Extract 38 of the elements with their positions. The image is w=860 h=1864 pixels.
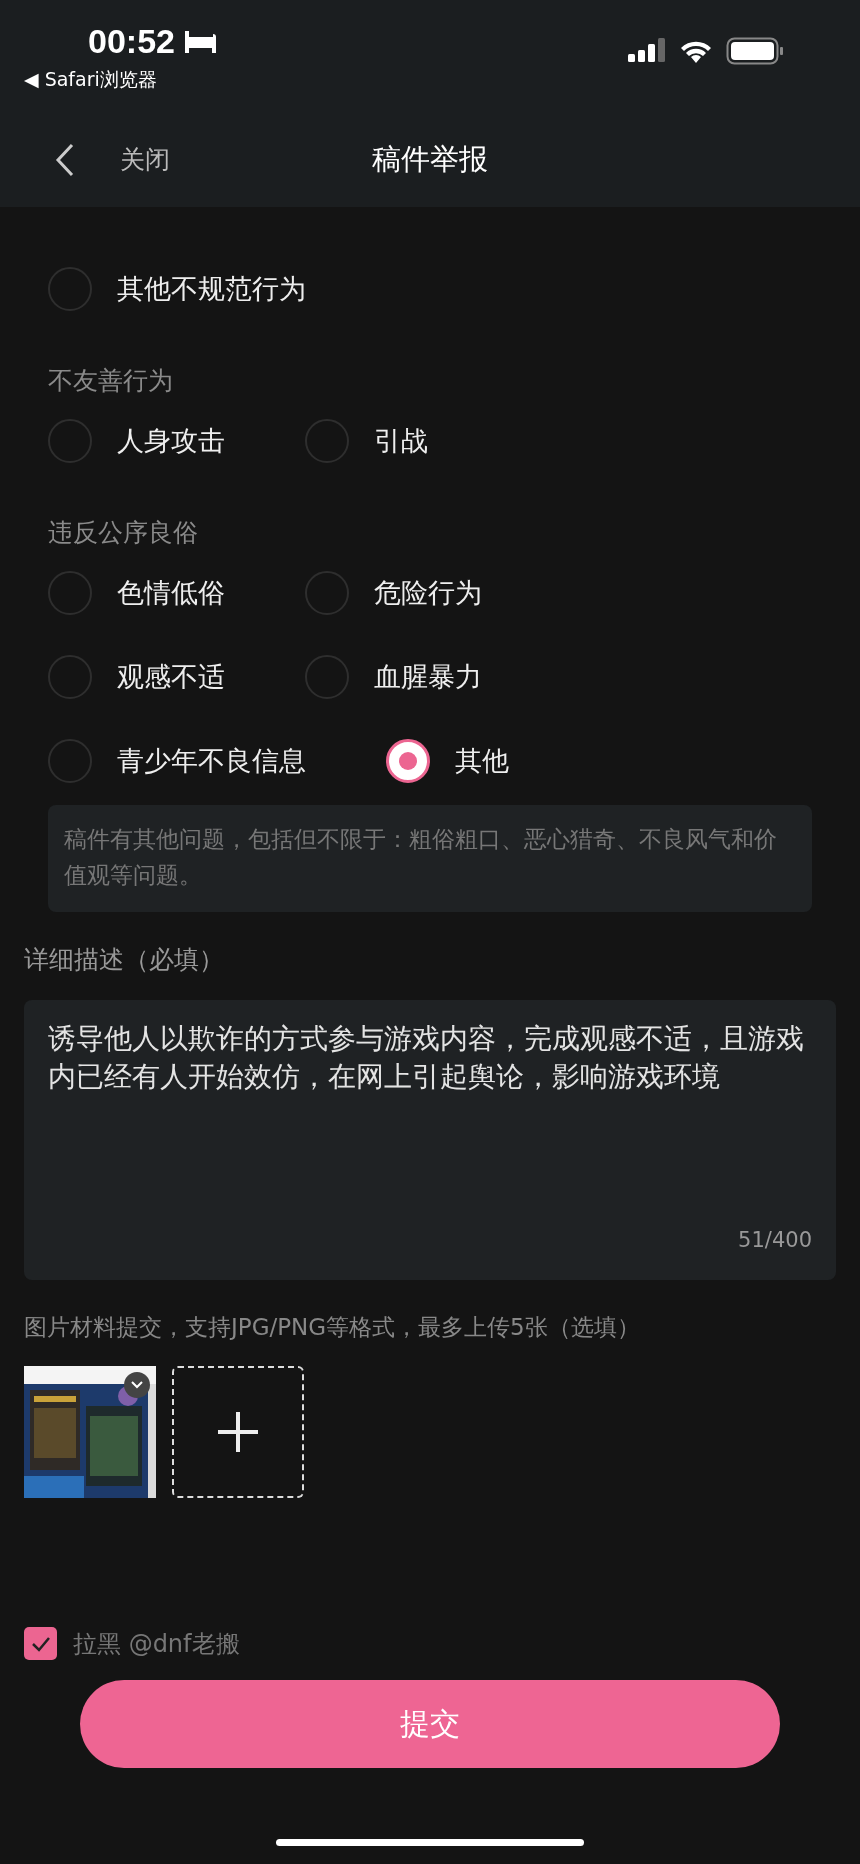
report-option[interactable]: 其他不规范行为	[48, 267, 306, 311]
plus-icon	[216, 1410, 260, 1454]
check-icon	[30, 1635, 51, 1652]
report-option[interactable]: 青少年不良信息	[48, 739, 306, 783]
character-counter: 51/400	[738, 1228, 812, 1252]
radio-button[interactable]	[305, 655, 349, 699]
radio-button[interactable]	[386, 739, 430, 783]
radio-button[interactable]	[48, 655, 92, 699]
radio-button[interactable]	[305, 419, 349, 463]
description-label: 详细描述（必填）	[24, 944, 225, 976]
description-field[interactable]: 诱导他人以欺诈的方式参与游戏内容，完成观感不适，且游戏内已经有人开始效仿，在网上引起舆论，影响游戏环境 51/400	[24, 1000, 836, 1280]
back-to-app-link[interactable]: ◀ Safari浏览器	[24, 67, 157, 93]
bed-icon	[182, 28, 219, 55]
page-title: 稿件举报	[372, 140, 488, 178]
report-option[interactable]: 人身攻击	[48, 419, 225, 463]
status-time: 00:52	[88, 22, 175, 61]
close-button[interactable]: 关闭	[120, 143, 170, 176]
report-option[interactable]: 其他	[386, 739, 509, 783]
radio-button[interactable]	[48, 571, 92, 615]
radio-button[interactable]	[48, 419, 92, 463]
report-option[interactable]: 色情低俗	[48, 571, 225, 615]
report-option[interactable]: 危险行为	[305, 571, 482, 615]
radio-button[interactable]	[48, 267, 92, 311]
block-user-label: 拉黑 @dnf老搬	[73, 1628, 240, 1660]
add-image-button[interactable]	[172, 1366, 304, 1498]
report-option[interactable]: 观感不适	[48, 655, 225, 699]
radio-button[interactable]	[305, 571, 349, 615]
report-option[interactable]: 引战	[305, 419, 428, 463]
section-heading: 不友善行为	[48, 365, 174, 397]
checkbox[interactable]	[24, 1627, 57, 1660]
option-description: 稿件有其他问题，包括但不限于：粗俗粗口、恶心猎奇、不良风气和价值观等问题。	[48, 805, 812, 912]
signal-icon	[628, 38, 666, 64]
battery-icon	[726, 37, 784, 65]
wifi-icon	[680, 39, 712, 63]
radio-button[interactable]	[48, 739, 92, 783]
report-option[interactable]: 血腥暴力	[305, 655, 482, 699]
upload-hint: 图片材料提交，支持JPG/PNG等格式，最多上传5张（选填）	[24, 1313, 641, 1342]
section-heading: 违反公序良俗	[48, 517, 199, 549]
